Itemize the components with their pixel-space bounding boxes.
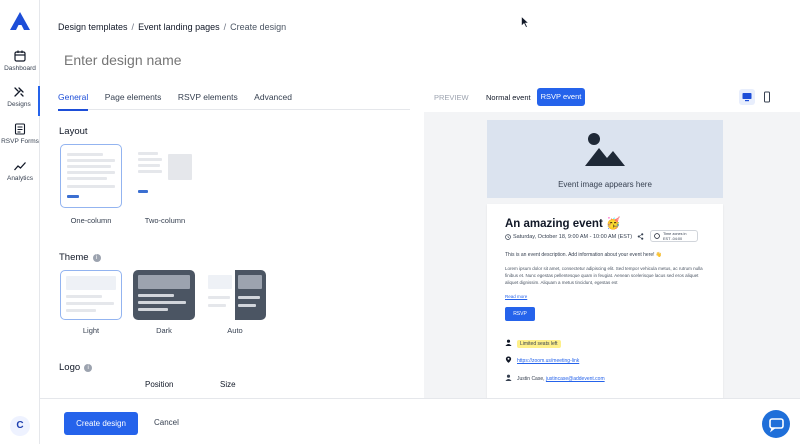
calendar-icon xyxy=(14,50,26,62)
logo-size-header: Size xyxy=(220,380,236,389)
sidebar-item-label: Dashboard xyxy=(4,65,36,72)
tab-advanced[interactable]: Advanced xyxy=(254,86,292,109)
seats-badge: Limited seats left xyxy=(517,340,561,348)
read-more-link[interactable]: Read more xyxy=(505,294,527,299)
timezone-value: EST -04:00 xyxy=(663,236,683,241)
app-logo-icon[interactable] xyxy=(10,12,30,30)
layout-option-one-column[interactable] xyxy=(60,144,122,208)
event-image-caption: Event image appears here xyxy=(558,180,652,189)
info-icon[interactable]: i xyxy=(92,254,101,262)
user-icon xyxy=(505,374,512,381)
mobile-icon xyxy=(764,91,770,103)
theme-title-text: Theme xyxy=(59,252,89,263)
organizer-email[interactable]: justincase@addevent.com xyxy=(546,376,605,382)
logo-position-header: Position xyxy=(145,380,174,389)
form-icon xyxy=(14,123,26,135)
timezone-selector[interactable]: Time zones in EST -04:00 xyxy=(650,230,698,242)
theme-option-label: Dark xyxy=(156,326,172,335)
image-icon xyxy=(585,133,625,166)
sidebar-item-label: RSVP Forms xyxy=(1,138,39,145)
event-date: Saturday, October 18, 9:00 AM - 10:00 AM… xyxy=(513,234,633,240)
sidebar-item-dashboard[interactable]: Dashboard xyxy=(0,50,40,72)
cancel-button[interactable]: Cancel xyxy=(154,418,179,427)
settings-tabs: General Page elements RSVP elements Adva… xyxy=(58,86,410,111)
tab-general[interactable]: General xyxy=(58,86,89,111)
globe-icon xyxy=(654,233,660,239)
sidebar-item-label: Analytics xyxy=(6,175,33,182)
share-icon[interactable] xyxy=(637,233,644,240)
seats-row: Limited seats left xyxy=(505,339,561,348)
desktop-icon xyxy=(742,93,752,102)
info-icon[interactable]: i xyxy=(84,364,93,372)
logo-section-title: Logo i xyxy=(59,362,93,373)
rsvp-event-toggle[interactable]: RSVP event xyxy=(537,88,585,106)
breadcrumb-separator: / xyxy=(131,22,135,32)
create-design-button[interactable]: Create design xyxy=(64,412,138,435)
organizer-name: Justin Case, xyxy=(517,376,545,382)
chart-line-icon xyxy=(14,162,26,171)
chat-icon xyxy=(769,418,784,433)
layout-option-two-column[interactable] xyxy=(134,144,196,208)
layout-option-label: Two-column xyxy=(144,216,186,225)
normal-event-toggle[interactable]: Normal event xyxy=(486,93,531,102)
theme-option-label: Auto xyxy=(227,326,243,335)
breadcrumb-separator: / xyxy=(223,22,227,32)
chat-support-button[interactable] xyxy=(762,410,790,438)
logo-title-text: Logo xyxy=(59,362,81,373)
sidebar-item-rsvp-forms[interactable]: RSVP Forms xyxy=(0,123,40,145)
meeting-link[interactable]: https://zoom.us/meeting-link xyxy=(517,358,579,364)
sidebar-item-analytics[interactable]: Analytics xyxy=(0,160,40,182)
event-card: An amazing event 🥳 Saturday, October 18,… xyxy=(487,204,723,398)
theme-section-title: Theme i xyxy=(59,252,101,263)
event-description: This is an event description. Add inform… xyxy=(505,252,663,258)
location-pin-icon xyxy=(505,356,512,363)
tab-rsvp-elements[interactable]: RSVP elements xyxy=(178,86,238,109)
preview-canvas: Event image appears here An amazing even… xyxy=(424,112,800,398)
sidebar: Dashboard Designs RSVP Forms Analytics C xyxy=(0,0,40,444)
mobile-preview-button[interactable] xyxy=(759,89,775,105)
sidebar-item-label: Designs xyxy=(7,101,31,108)
design-name-input[interactable] xyxy=(58,48,398,72)
event-image-placeholder: Event image appears here xyxy=(487,120,723,198)
theme-option-light[interactable] xyxy=(60,270,122,320)
tab-page-elements[interactable]: Page elements xyxy=(105,86,162,109)
organizer-row: Justin Case, justincase@addevent.com xyxy=(505,374,605,382)
brush-icon xyxy=(14,87,24,97)
event-body-text: Lorem ipsum dolor sit amet, consectetur … xyxy=(505,266,703,285)
theme-option-label: Light xyxy=(82,326,100,335)
breadcrumb-current: Create design xyxy=(230,22,287,32)
preview-label: PREVIEW xyxy=(434,93,469,102)
mouse-cursor-icon xyxy=(521,16,529,28)
breadcrumb: Design templates / Event landing pages / Cre… xyxy=(58,22,286,32)
layout-option-label: One-column xyxy=(70,216,112,225)
sidebar-item-designs[interactable]: Designs xyxy=(0,86,40,116)
clock-icon xyxy=(505,234,511,240)
theme-option-auto[interactable] xyxy=(204,270,266,320)
desktop-preview-button[interactable] xyxy=(739,89,755,105)
rsvp-button[interactable]: RSVP xyxy=(505,307,535,321)
breadcrumb-item-event-landing-pages[interactable]: Event landing pages xyxy=(138,22,220,32)
breadcrumb-item-design-templates[interactable]: Design templates xyxy=(58,22,128,32)
theme-option-dark[interactable] xyxy=(133,270,195,320)
event-title: An amazing event 🥳 xyxy=(505,218,621,230)
location-row: https://zoom.us/meeting-link xyxy=(505,356,579,364)
avatar[interactable]: C xyxy=(10,416,30,436)
layout-section-title: Layout xyxy=(59,126,88,137)
user-group-icon xyxy=(505,339,512,346)
